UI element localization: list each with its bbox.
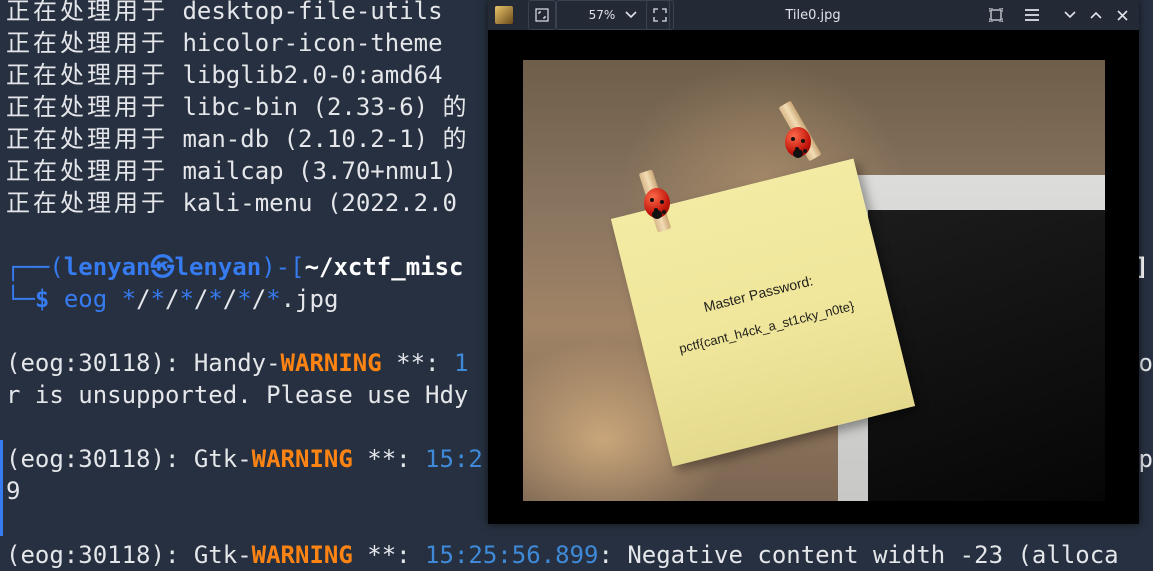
displayed-image[interactable]: Master Password: pctf{cant_h4ck_a_st1cky… (523, 60, 1105, 501)
minimize-button[interactable] (1058, 0, 1082, 30)
ladybug-left (644, 188, 670, 219)
title-bar[interactable]: 57% Tile0.jpg (488, 0, 1139, 30)
processing-line: 正在处理用于 kali-menu (2022.2.0 (6, 189, 457, 217)
zoom-level: 57% (588, 8, 616, 22)
close-button[interactable] (1110, 0, 1134, 30)
hamburger-menu-icon (1025, 9, 1039, 21)
slideshow-button[interactable] (984, 0, 1008, 30)
chevron-down-icon (1064, 11, 1076, 19)
fullscreen-button[interactable] (646, 0, 674, 30)
processing-line: 正在处理用于 libc-bin (2.33-6) 的 (6, 93, 467, 121)
maximize-button[interactable] (1084, 0, 1108, 30)
fit-to-window-button[interactable] (528, 0, 556, 30)
command-name: eog (63, 285, 108, 313)
processing-line: 正在处理用于 mailcap (3.70+nmu1) (6, 157, 457, 185)
expand-icon (653, 8, 667, 22)
window-title: Tile0.jpg (785, 7, 841, 23)
log-line: (eog:30118): Gtk-WARNING **: 15:2 (6, 445, 483, 473)
scroll-indicator (0, 440, 3, 536)
fit-icon (535, 8, 549, 22)
command-line[interactable]: └─$ eog */*/*/*/*/*.jpg (6, 283, 338, 315)
prompt-at: ㉿ (150, 253, 175, 281)
close-icon (1116, 9, 1128, 21)
log-line: (eog:30118): Gtk-WARNING **: 15:25:56.89… (6, 541, 1119, 569)
log-line: (eog:30118): Handy-WARNING **: 1 (6, 349, 469, 377)
chevron-up-icon (1090, 11, 1102, 19)
processing-line: 正在处理用于 hicolor-icon-theme (6, 29, 443, 57)
prompt-path: ~/xctf_misc (304, 253, 464, 281)
chevron-down-icon (625, 11, 637, 19)
processing-line: 正在处理用于 man-db (2.10.2-1) 的 (6, 125, 467, 153)
processing-line: 正在处理用于 desktop-file-utils (6, 0, 443, 25)
prompt-host: lenyan (174, 253, 262, 281)
monitor-screen (868, 210, 1105, 501)
note-password: pctf{cant_h4ck_a_st1cky_n0te} (677, 298, 856, 357)
log-line: 9 (6, 477, 21, 505)
prompt-line: ┌──(lenyan㉿lenyan)-[~/xctf_misc (6, 253, 464, 281)
prompt-user: lenyan (63, 253, 151, 281)
log-line: r is unsupported. Please use Hdy (6, 381, 469, 409)
processing-line: 正在处理用于 libglib2.0-0:amd64 (6, 61, 443, 89)
ladybug-right (785, 127, 811, 158)
slideshow-icon (989, 8, 1003, 22)
image-viewer-window[interactable]: 57% Tile0.jpg Master Password: pctf{cant… (488, 0, 1139, 524)
app-icon (493, 0, 515, 30)
menu-button[interactable] (1020, 0, 1044, 30)
